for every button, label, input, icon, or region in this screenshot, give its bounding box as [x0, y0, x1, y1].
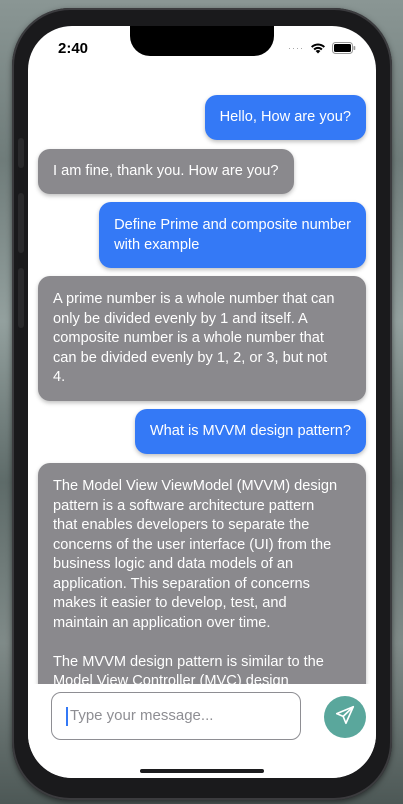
home-indicator[interactable]	[140, 769, 264, 773]
wifi-icon	[310, 42, 326, 54]
chat-message-user: What is MVVM design pattern?	[134, 409, 366, 454]
chat-message-assistant: I am fine, thank you. How are you?	[38, 149, 294, 194]
message-input-placeholder: Type your message...	[70, 707, 214, 724]
chat-message-assistant: The Model View ViewModel (MVVM) design p…	[38, 463, 366, 686]
volume-up-button	[18, 193, 24, 253]
mute-switch	[18, 138, 24, 168]
send-icon	[334, 704, 356, 731]
text-caret	[66, 707, 68, 726]
notch	[130, 26, 274, 56]
volume-down-button	[18, 268, 24, 328]
composer-bar: Type your message...	[28, 684, 376, 778]
send-button[interactable]	[324, 696, 366, 738]
message-input[interactable]: Type your message...	[51, 692, 301, 740]
signal-icon: ····	[288, 43, 304, 53]
status-icons: ····	[288, 42, 356, 54]
chat-message-assistant: A prime number is a whole number that ca…	[38, 276, 366, 401]
status-time: 2:40	[58, 40, 89, 57]
chat-message-user: Define Prime and composite number with e…	[99, 202, 366, 268]
battery-icon	[332, 42, 356, 54]
screen: 2:40 ···· Hello, How are you? I am fine,…	[28, 26, 376, 778]
chat-list[interactable]: Hello, How are you? I am fine, thank you…	[28, 86, 376, 686]
chat-message-user: Hello, How are you?	[204, 95, 366, 140]
